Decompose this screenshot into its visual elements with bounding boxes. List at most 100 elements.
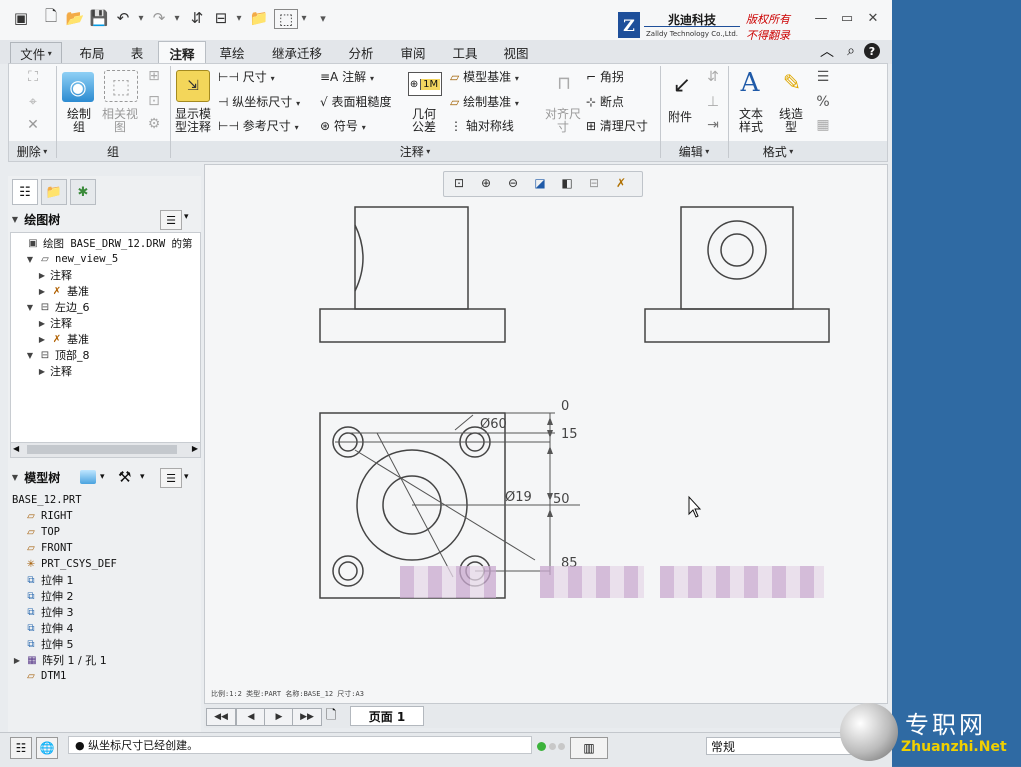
tab-file[interactable]: 文件 ▾: [10, 42, 62, 64]
dim-50-label[interactable]: 50: [553, 492, 570, 507]
last-page-icon[interactable]: ▶▶: [292, 708, 322, 726]
page-tab[interactable]: 页面 1: [350, 706, 424, 726]
draw-datum-button[interactable]: ▱ 绘制基准 ▾: [450, 93, 519, 110]
tools-dropdown-icon[interactable]: ▾: [140, 472, 145, 482]
break-point-button[interactable]: ⊹ 断点: [586, 93, 624, 110]
ordinate-dimension-button[interactable]: ⊣ 纵坐标尺寸 ▾: [218, 93, 300, 110]
attachment-button[interactable]: 附件: [668, 108, 692, 125]
show-model-annotation-icon[interactable]: ⇲: [176, 70, 210, 102]
model-datum-button[interactable]: ▱ 模型基准 ▾: [450, 68, 519, 85]
tree-node[interactable]: ▼ ▱ new_view_5: [25, 251, 118, 267]
select-dropdown-icon[interactable]: ▾: [299, 9, 309, 27]
erase-icon[interactable]: ⌖: [24, 93, 42, 111]
tree-node[interactable]: ▶ 注释: [37, 363, 72, 379]
tree-node[interactable]: ▶ 注释: [37, 267, 72, 283]
scroll-left-icon[interactable]: ◀: [13, 444, 19, 453]
line-style-button[interactable]: 线造型: [776, 108, 806, 134]
expand-triangle-icon[interactable]: ▶: [37, 335, 47, 344]
dim-0-label[interactable]: 0: [561, 399, 569, 414]
tab-table[interactable]: 表: [120, 42, 154, 62]
toggle-browser-icon[interactable]: 🌐: [36, 737, 58, 759]
ribbon-group-edit[interactable]: 编辑 ▾: [660, 141, 728, 161]
tab-tools[interactable]: 工具: [442, 42, 488, 62]
model-tree-node[interactable]: ✳ PRT_CSYS_DEF: [24, 556, 117, 572]
format-option-2-icon[interactable]: %: [814, 93, 832, 111]
align-dimension-button[interactable]: 对齐尺寸: [545, 108, 581, 134]
redo-dropdown-icon[interactable]: ▾: [172, 9, 182, 27]
left-view[interactable]: [644, 206, 830, 343]
tab-analysis[interactable]: 分析: [338, 42, 384, 62]
model-tree-node[interactable]: ⧉ 拉伸 4: [24, 620, 73, 636]
undo-icon[interactable]: ↶: [114, 9, 132, 27]
edit-option-3-icon[interactable]: ⇥: [704, 116, 722, 134]
minimize-icon[interactable]: —: [812, 10, 830, 26]
align-dimension-icon[interactable]: ⊓: [550, 70, 578, 96]
show-model-annotation-button[interactable]: 显示模型注释: [172, 108, 214, 134]
tree-node[interactable]: ▼ ⊟ 顶部_8: [25, 347, 90, 363]
folder-icon[interactable]: 📁: [250, 9, 269, 27]
related-view-icon[interactable]: ⬚: [104, 70, 138, 102]
select-box-icon[interactable]: ⬚: [274, 9, 298, 29]
toggle-navigator-icon[interactable]: ☷: [10, 737, 32, 759]
model-display-dropdown-icon[interactable]: ▾: [100, 472, 105, 482]
customize-toolbar-icon[interactable]: ▾: [318, 9, 328, 27]
tab-layout[interactable]: 布局: [70, 42, 114, 62]
tree-node[interactable]: ▶ ✗ 基准: [37, 283, 89, 299]
edit-option-1-icon[interactable]: ⇵: [704, 68, 722, 86]
model-tree-node[interactable]: ▱ RIGHT: [24, 508, 72, 524]
tab-annotate[interactable]: 注释: [158, 41, 206, 64]
drawing-tree-settings-icon[interactable]: ☰: [160, 210, 182, 230]
expand-triangle-icon[interactable]: ▶: [37, 367, 47, 376]
model-tree-node[interactable]: ⧉ 拉伸 2: [24, 588, 73, 604]
symbol-button[interactable]: ⊛ 符号 ▾: [320, 117, 366, 134]
dim-phi60-label[interactable]: Ø60: [480, 417, 507, 432]
search-icon[interactable]: ⌕: [842, 42, 860, 60]
line-style-icon[interactable]: ✎: [776, 68, 808, 98]
text-style-icon[interactable]: A: [734, 68, 766, 98]
tab-model-tree-nav[interactable]: ☷: [12, 179, 38, 205]
dim-phi19-label[interactable]: Ø19: [505, 490, 532, 505]
tab-review[interactable]: 审阅: [390, 42, 436, 62]
geometric-tolerance-button[interactable]: 几何公差: [408, 108, 440, 134]
redo-icon[interactable]: ↷: [150, 9, 168, 27]
ungroup-icon[interactable]: ⊡: [146, 93, 162, 109]
edit-option-2-icon[interactable]: ⊥: [704, 93, 722, 111]
geometric-tolerance-icon[interactable]: ⊕ 1M: [408, 72, 442, 96]
delete-all-icon[interactable]: ⛶: [24, 68, 42, 86]
model-tree-node[interactable]: ▱ DTM1: [24, 668, 66, 684]
close-icon[interactable]: ✕: [864, 10, 882, 26]
expand-triangle-icon[interactable]: ▶: [37, 271, 47, 280]
group-settings-icon[interactable]: ⚙: [146, 116, 162, 132]
draw-group-icon[interactable]: ◉: [62, 72, 94, 102]
regenerate-icon[interactable]: ⇵: [188, 9, 206, 27]
first-page-icon[interactable]: ◀◀: [206, 708, 236, 726]
model-tree-node[interactable]: ⧉ 拉伸 1: [24, 572, 73, 588]
tab-view[interactable]: 视图: [494, 42, 538, 62]
model-tree-settings-icon[interactable]: ☰: [160, 468, 182, 488]
drawing-tree-settings-dropdown-icon[interactable]: ▾: [184, 212, 189, 222]
tab-folder-browser[interactable]: 📁: [41, 179, 67, 205]
model-tree-node[interactable]: ▱ FRONT: [24, 540, 72, 556]
prev-page-icon[interactable]: ◀: [236, 708, 266, 726]
surface-finish-button[interactable]: √ 表面粗糙度: [320, 93, 392, 110]
expand-triangle-icon[interactable]: ▶: [37, 319, 47, 328]
new-page-icon[interactable]: 🗋: [326, 706, 346, 724]
cleanup-dimension-button[interactable]: ⊞ 清理尺寸: [586, 117, 648, 134]
model-tree-node[interactable]: ▱ TOP: [24, 524, 60, 540]
jog-button[interactable]: ⌐ 角拐: [586, 68, 624, 85]
tree-node[interactable]: ▼ ⊟ 左边_6: [25, 299, 90, 315]
tab-inheritance-migration[interactable]: 继承迁移: [262, 42, 332, 62]
tab-sketch[interactable]: 草绘: [210, 42, 254, 62]
windows-dropdown-icon[interactable]: ▾: [234, 9, 244, 27]
model-tree-node[interactable]: ⧉ 拉伸 3: [24, 604, 73, 620]
maximize-icon[interactable]: ▭: [838, 10, 856, 26]
scroll-thumb[interactable]: [27, 445, 177, 454]
related-view-button[interactable]: 相关视图: [100, 108, 140, 134]
ribbon-group-delete[interactable]: 删除 ▾: [8, 141, 56, 161]
model-tree-node[interactable]: ⧉ 拉伸 5: [24, 636, 73, 652]
text-style-button[interactable]: 文本样式: [736, 108, 766, 134]
attachment-icon[interactable]: ↙: [666, 70, 698, 100]
tab-favorites[interactable]: ✱: [70, 179, 96, 205]
model-tree-settings-dropdown-icon[interactable]: ▾: [184, 472, 189, 482]
format-option-3-icon[interactable]: ▦: [814, 116, 832, 134]
